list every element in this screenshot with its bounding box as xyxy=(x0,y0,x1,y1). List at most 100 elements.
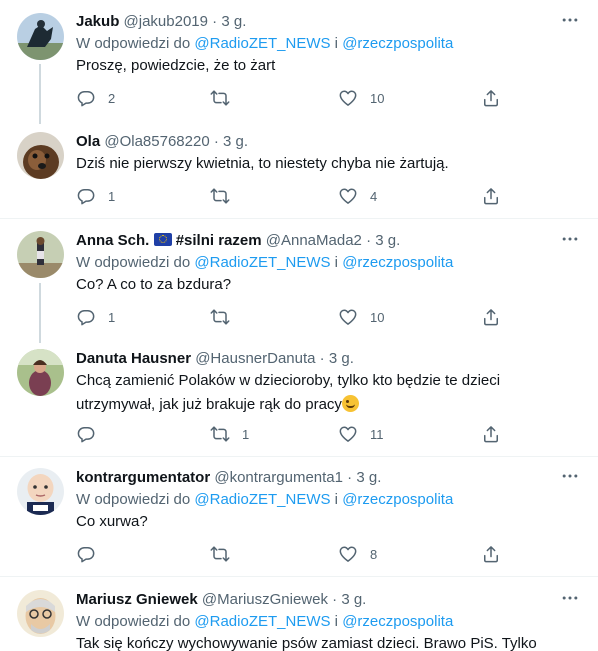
share-icon xyxy=(481,424,501,444)
separator-dot: · xyxy=(332,591,338,608)
timestamp[interactable]: 3 g. xyxy=(375,232,400,249)
user-handle[interactable]: @kontrargumenta1 xyxy=(214,469,343,486)
display-name[interactable]: Mariusz Gniewek xyxy=(76,591,198,608)
more-icon[interactable] xyxy=(558,8,582,32)
like-button[interactable]: 8 xyxy=(338,542,377,566)
tweet[interactable]: Jakub @jakub2019 · 3 g. W odpowiedzi do … xyxy=(0,12,598,124)
mention-link[interactable]: @rzeczpospolita xyxy=(342,254,453,271)
share-icon xyxy=(481,88,501,108)
share-button[interactable] xyxy=(481,184,501,208)
timestamp[interactable]: 3 g. xyxy=(329,350,354,367)
tweet[interactable]: Anna Sch. #silni razem @AnnaMada2 · 3 g.… xyxy=(0,231,598,343)
more-icon[interactable] xyxy=(558,227,582,251)
retweet-icon xyxy=(210,186,230,206)
retweet-icon xyxy=(210,307,230,327)
share-icon xyxy=(481,307,501,327)
more-icon[interactable] xyxy=(558,464,582,488)
mention-link[interactable]: @RadioZET_NEWS xyxy=(194,491,330,508)
reply-prefix: W odpowiedzi do xyxy=(76,254,191,271)
tweet-text-line: Chcą zamienić Polaków w dziecioroby, tyl… xyxy=(76,372,501,389)
more-icon[interactable] xyxy=(558,586,582,610)
timestamp[interactable]: 3 g. xyxy=(223,133,248,150)
wink-emoji-icon xyxy=(341,395,359,412)
like-count: 11 xyxy=(370,426,384,442)
display-name[interactable]: Anna Sch. xyxy=(76,232,149,249)
tweet-feed: Jakub @jakub2019 · 3 g. W odpowiedzi do … xyxy=(0,0,598,651)
display-name[interactable]: Danuta Hausner xyxy=(76,350,191,367)
thread-line xyxy=(39,283,41,343)
tweet[interactable]: Mariusz Gniewek @MariuszGniewek · 3 g. W… xyxy=(0,590,598,651)
display-name-hashtag[interactable]: #silni razem xyxy=(176,232,262,249)
separator-dot: · xyxy=(213,133,219,150)
divider xyxy=(0,456,598,457)
avatar[interactable] xyxy=(17,349,64,396)
avatar[interactable] xyxy=(17,231,64,278)
action-bar: 1 10 xyxy=(76,305,506,329)
reply-prefix: W odpowiedzi do xyxy=(76,491,191,508)
reply-joiner: i xyxy=(334,35,339,52)
mention-link[interactable]: @rzeczpospolita xyxy=(342,35,453,52)
tweet-header: kontrargumentator @kontrargumenta1 · 3 g… xyxy=(76,468,558,488)
avatar[interactable] xyxy=(17,132,64,179)
avatar[interactable] xyxy=(17,13,64,60)
like-button[interactable]: 4 xyxy=(338,184,377,208)
user-handle[interactable]: @MariuszGniewek xyxy=(202,591,328,608)
separator-dot: · xyxy=(366,232,372,249)
display-name[interactable]: Ola xyxy=(76,133,100,150)
mention-link[interactable]: @RadioZET_NEWS xyxy=(194,613,330,630)
reply-button[interactable] xyxy=(76,542,108,566)
mention-link[interactable]: @RadioZET_NEWS xyxy=(194,254,330,271)
like-button[interactable]: 10 xyxy=(338,305,384,329)
tweet-text: Dziś nie pierwszy kwietnia, to niestety … xyxy=(76,155,449,172)
action-bar: 1 4 xyxy=(76,184,506,208)
reply-button[interactable]: 1 xyxy=(76,184,115,208)
reply-button[interactable] xyxy=(76,422,108,446)
reply-button[interactable]: 2 xyxy=(76,86,115,110)
timestamp[interactable]: 3 g. xyxy=(341,591,366,608)
reply-joiner: i xyxy=(334,491,339,508)
display-name[interactable]: kontrargumentator xyxy=(76,469,210,486)
mention-link[interactable]: @rzeczpospolita xyxy=(342,613,453,630)
reply-context: W odpowiedzi do @RadioZET_NEWS i @rzeczp… xyxy=(76,612,453,632)
like-icon xyxy=(338,424,358,444)
avatar[interactable] xyxy=(17,468,64,515)
tweet-header: Danuta Hausner @HausnerDanuta · 3 g. xyxy=(76,349,558,369)
mention-link[interactable]: @RadioZET_NEWS xyxy=(194,35,330,52)
avatar[interactable] xyxy=(17,590,64,637)
tweet[interactable]: Danuta Hausner @HausnerDanuta · 3 g. Chc… xyxy=(0,349,598,454)
like-button[interactable]: 10 xyxy=(338,86,384,110)
user-handle[interactable]: @AnnaMada2 xyxy=(266,232,362,249)
reply-button[interactable]: 1 xyxy=(76,305,115,329)
reply-joiner: i xyxy=(334,613,339,630)
retweet-button[interactable] xyxy=(210,184,242,208)
retweet-button[interactable] xyxy=(210,86,242,110)
tweet[interactable]: kontrargumentator @kontrargumenta1 · 3 g… xyxy=(0,468,598,573)
reply-icon xyxy=(76,544,96,564)
like-button[interactable]: 11 xyxy=(338,422,384,446)
display-name[interactable]: Jakub xyxy=(76,13,119,30)
reply-icon xyxy=(76,307,96,327)
timestamp[interactable]: 3 g. xyxy=(221,13,246,30)
share-button[interactable] xyxy=(481,86,501,110)
user-handle[interactable]: @jakub2019 xyxy=(124,13,208,30)
retweet-button[interactable] xyxy=(210,305,242,329)
retweet-button[interactable] xyxy=(210,542,242,566)
reply-icon xyxy=(76,88,96,108)
share-button[interactable] xyxy=(481,305,501,329)
divider xyxy=(0,218,598,219)
reply-prefix: W odpowiedzi do xyxy=(76,613,191,630)
share-button[interactable] xyxy=(481,422,501,446)
user-handle[interactable]: @HausnerDanuta xyxy=(195,350,315,367)
retweet-button[interactable]: 1 xyxy=(210,422,249,446)
share-button[interactable] xyxy=(481,542,501,566)
mention-link[interactable]: @rzeczpospolita xyxy=(342,491,453,508)
retweet-icon xyxy=(210,88,230,108)
tweet[interactable]: Ola @Ola85768220 · 3 g. Dziś nie pierwsz… xyxy=(0,132,598,217)
share-icon xyxy=(481,544,501,564)
separator-dot: · xyxy=(347,469,353,486)
like-icon xyxy=(338,307,358,327)
tweet-header: Jakub @jakub2019 · 3 g. xyxy=(76,12,558,32)
user-handle[interactable]: @Ola85768220 xyxy=(104,133,209,150)
timestamp[interactable]: 3 g. xyxy=(356,469,381,486)
like-count: 10 xyxy=(370,90,385,106)
